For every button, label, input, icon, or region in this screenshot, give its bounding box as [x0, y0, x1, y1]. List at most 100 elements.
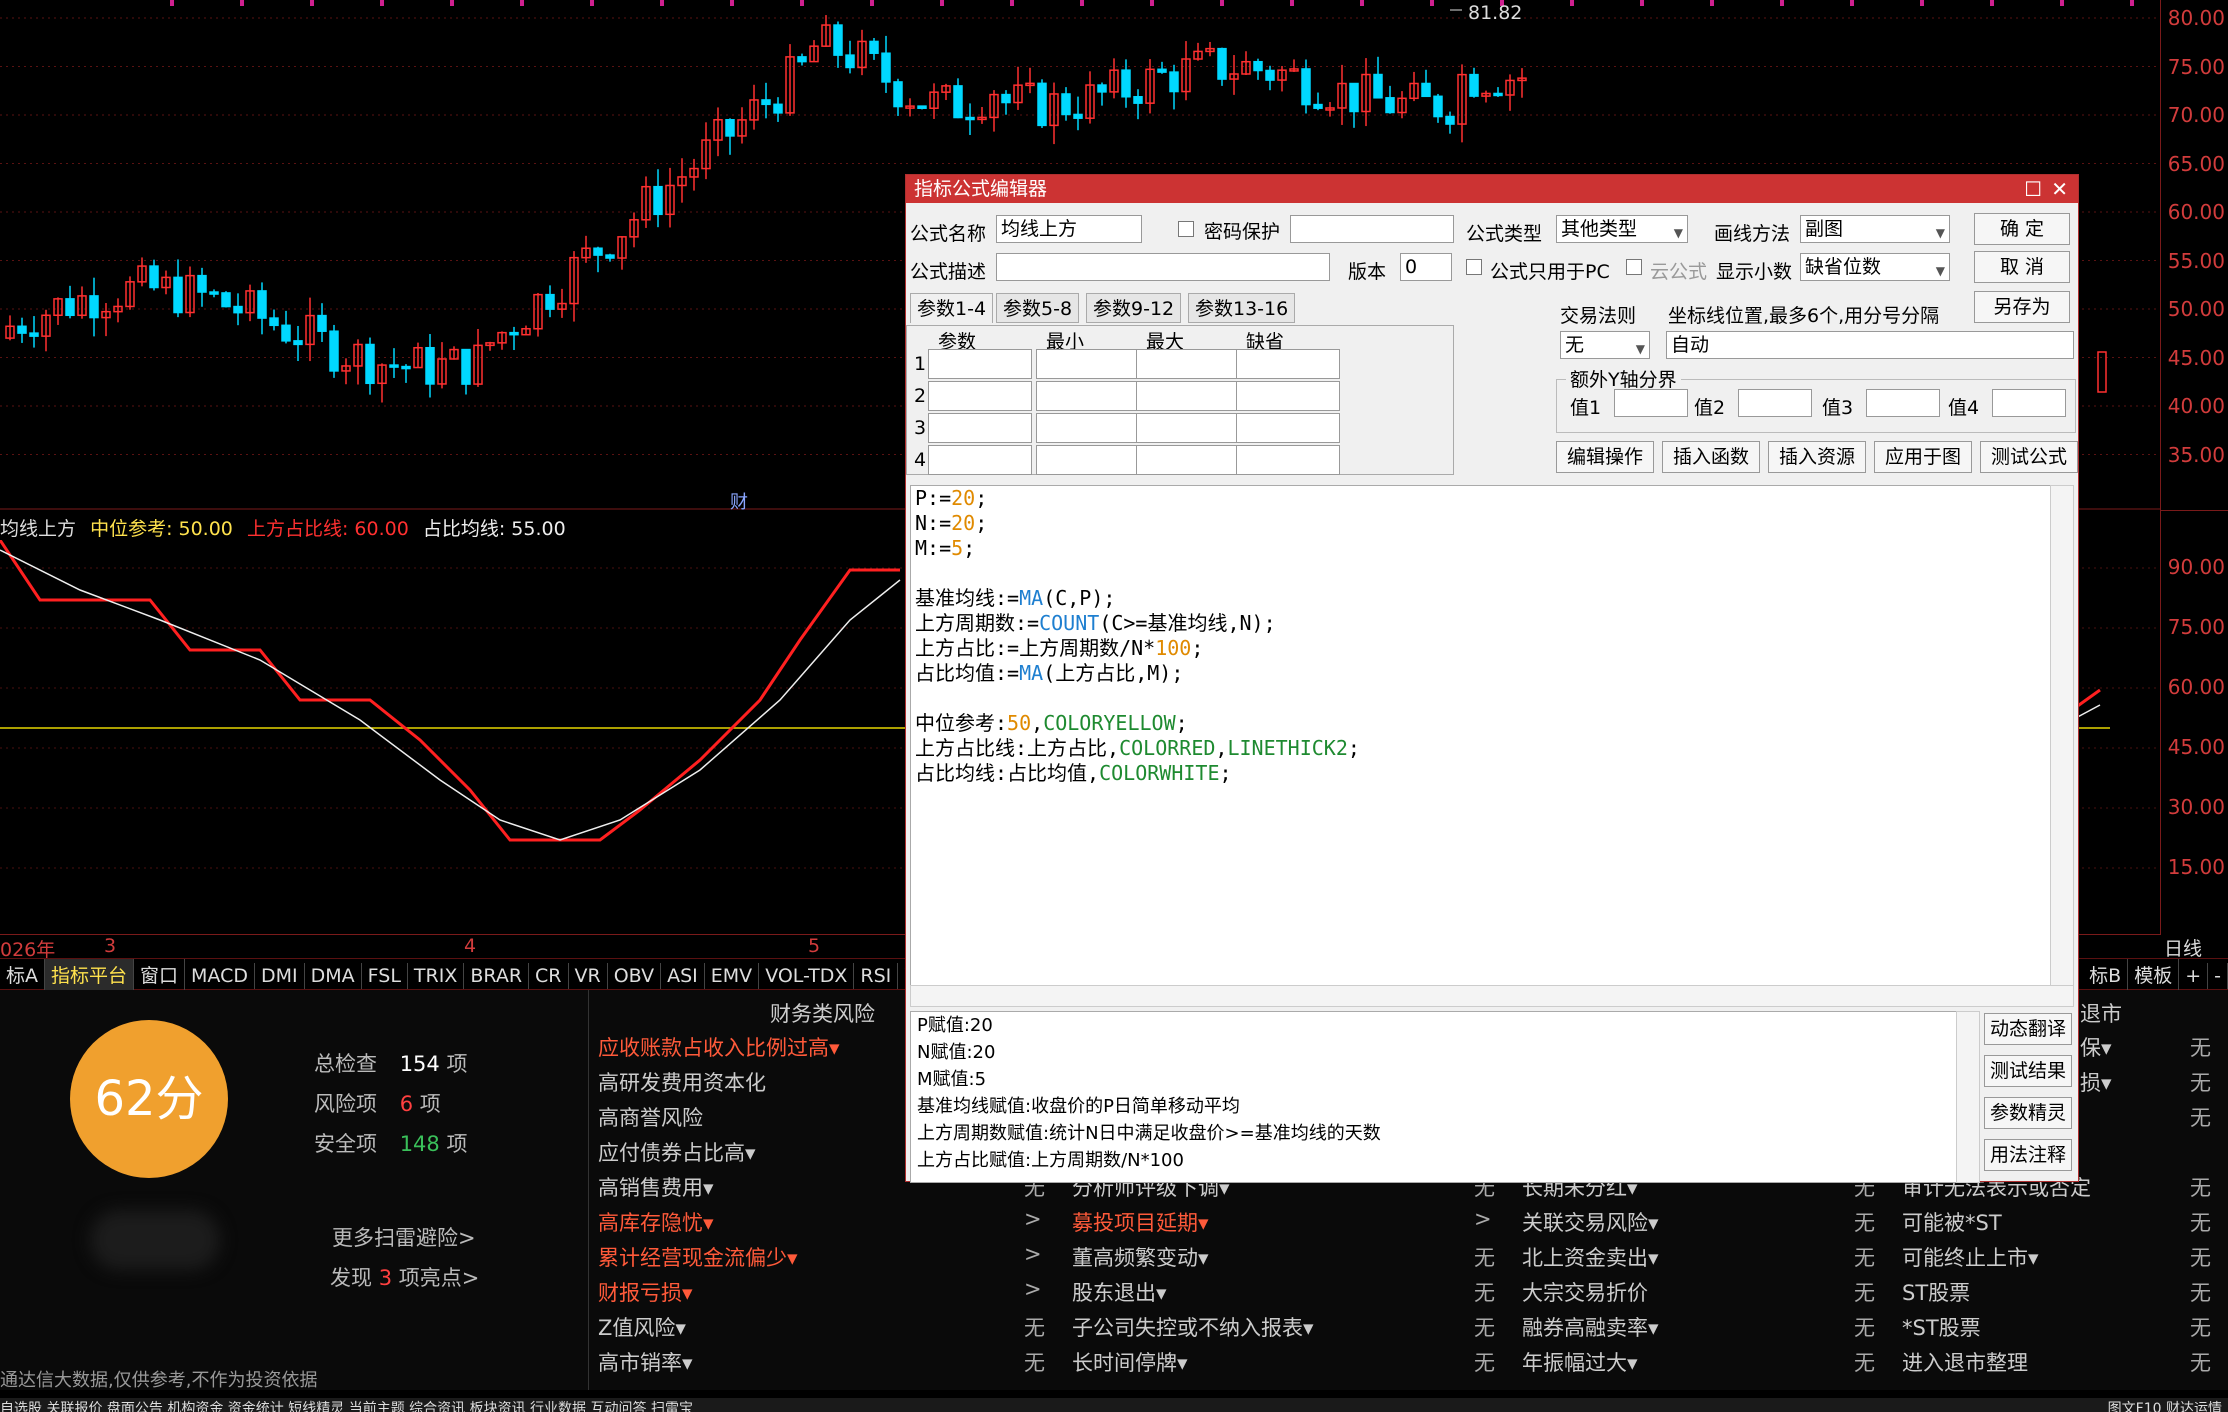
param-cell-input[interactable] [1036, 381, 1140, 411]
password-checkbox[interactable] [1178, 221, 1194, 237]
risk-item[interactable]: 高商誉风险 [598, 1102, 703, 1132]
code-line[interactable] [911, 561, 2051, 586]
risk-item[interactable]: 大宗交易折价 [1522, 1277, 1648, 1307]
indicator-tab[interactable]: 指标平台 [45, 959, 135, 990]
editor-action-button[interactable]: 插入资源 [1768, 441, 1866, 473]
maximize-icon[interactable]: ☐ [2024, 175, 2042, 203]
risk-item[interactable]: 保▾ [2080, 1032, 2112, 1062]
indicator-tab[interactable]: DMI [255, 963, 305, 989]
version-input[interactable]: 0 [1400, 253, 1452, 281]
side-button[interactable]: 动态翻译 [1984, 1013, 2072, 1045]
notes-scrollbar[interactable] [1956, 1011, 1980, 1183]
param-tab[interactable]: 参数5-8 [996, 293, 1080, 323]
param-cell-input[interactable] [1236, 349, 1340, 379]
trade-rule-select[interactable]: 无 ▼ [1560, 331, 1650, 359]
param-tab[interactable]: 参数9-12 [1086, 293, 1182, 323]
indicator-tab[interactable]: VR [569, 963, 608, 989]
indicator-tab[interactable]: BRAR [464, 963, 530, 989]
param-cell-input[interactable] [1236, 381, 1340, 411]
param-cell-input[interactable] [1036, 413, 1140, 443]
code-line[interactable]: 占比均值:=MA(上方占比,M); [911, 661, 2051, 686]
formula-name-input[interactable]: 均线上方 [996, 215, 1142, 243]
formula-type-select[interactable]: 其他类型 ▼ [1556, 215, 1688, 243]
risk-item[interactable]: 高销售费用▾ [598, 1172, 714, 1202]
dialog-titlebar[interactable]: 指标公式编辑器 ☐ ✕ [906, 175, 2078, 203]
indicator-tab[interactable]: 标A [0, 959, 45, 990]
indicator-tab[interactable]: VOL-TDX [759, 963, 855, 989]
more-scan-link[interactable]: 更多扫雷避险> [332, 1222, 476, 1252]
indicator-tab[interactable]: 窗口 [134, 959, 186, 990]
indicator-tab[interactable]: OBV [608, 963, 662, 989]
code-line[interactable]: 上方占比线:上方占比,COLORRED,LINETHICK2; [911, 736, 2051, 761]
risk-item[interactable]: 年振幅过大▾ [1522, 1347, 1638, 1377]
indicator-tab[interactable]: TRIX [408, 963, 465, 989]
cloud-formula-checkbox[interactable] [1626, 259, 1642, 275]
param-cell-input[interactable] [1136, 381, 1240, 411]
draw-method-select[interactable]: 副图 ▼ [1800, 215, 1950, 243]
highlight-link[interactable]: 发现 3 项亮点> [330, 1262, 479, 1292]
code-editor[interactable]: P:=20; N:=20; M:=5; 基准均线:=MA(C,P); 上方周期数:=CO… [910, 485, 2052, 987]
risk-item[interactable]: 高市销率▾ [598, 1347, 693, 1377]
risk-item[interactable]: 北上资金卖出▾ [1522, 1242, 1659, 1272]
cancel-button[interactable]: 取 消 [1974, 251, 2070, 283]
indicator-tab[interactable]: ASI [661, 963, 705, 989]
risk-item[interactable]: 进入退市整理 [1902, 1347, 2028, 1377]
risk-item[interactable]: 募投项目延期▾ [1072, 1207, 1209, 1237]
param-cell-input[interactable] [1036, 349, 1140, 379]
risk-item[interactable]: Z值风险▾ [598, 1312, 686, 1342]
risk-item[interactable]: 应收账款占收入比例过高▾ [598, 1032, 840, 1062]
risk-item[interactable]: 损▾ [2080, 1067, 2112, 1097]
side-button[interactable]: 测试结果 [1984, 1055, 2072, 1087]
risk-item[interactable]: 高研发费用资本化 [598, 1067, 766, 1097]
editor-action-button[interactable]: 插入函数 [1662, 441, 1760, 473]
coord-input[interactable]: 自动 [1666, 331, 2074, 359]
risk-item[interactable]: 财报亏损▾ [598, 1277, 693, 1307]
indicator-tab[interactable]: RSI [854, 963, 899, 989]
code-hscrollbar[interactable] [910, 985, 2074, 1007]
param-cell-input[interactable] [928, 381, 1032, 411]
indicator-tab[interactable]: MACD [185, 963, 255, 989]
y-value3-input[interactable] [1866, 389, 1940, 417]
editor-action-button[interactable]: 应用于图 [1874, 441, 1972, 473]
param-cell-input[interactable] [1136, 413, 1240, 443]
finance-badge[interactable]: 财 [730, 488, 748, 514]
code-line[interactable]: M:=5; [911, 536, 2051, 561]
risk-item[interactable]: 关联交易风险▾ [1522, 1207, 1659, 1237]
code-vscrollbar[interactable] [2050, 485, 2074, 987]
code-line[interactable]: P:=20; [911, 486, 2051, 511]
risk-item[interactable]: 高库存隐忧▾ [598, 1207, 714, 1237]
code-line[interactable]: 基准均线:=MA(C,P); [911, 586, 2051, 611]
indicator-tab[interactable]: FSL [362, 963, 408, 989]
pc-only-checkbox[interactable] [1466, 259, 1482, 275]
code-line[interactable]: 上方周期数:=COUNT(C>=基准均线,N); [911, 611, 2051, 636]
y-value2-input[interactable] [1738, 389, 1812, 417]
side-button[interactable]: 用法注释 [1984, 1139, 2072, 1171]
close-icon[interactable]: ✕ [2051, 175, 2068, 203]
save-as-button[interactable]: 另存为 [1974, 291, 2070, 323]
editor-action-button[interactable]: 测试公式 [1980, 441, 2078, 473]
param-cell-input[interactable] [928, 349, 1032, 379]
code-line[interactable]: 中位参考:50,COLORYELLOW; [911, 711, 2051, 736]
y-value1-input[interactable] [1614, 389, 1688, 417]
indicator-tab[interactable]: CR [529, 963, 569, 989]
code-line[interactable]: N:=20; [911, 511, 2051, 536]
risk-item[interactable]: ST股票 [1902, 1277, 1970, 1307]
risk-item[interactable]: 子公司失控或不纳入报表▾ [1072, 1312, 1314, 1342]
editor-action-button[interactable]: 编辑操作 [1556, 441, 1654, 473]
decimal-select[interactable]: 缺省位数 ▼ [1800, 253, 1950, 281]
param-cell-input[interactable] [1136, 349, 1240, 379]
param-tab[interactable]: 参数13-16 [1188, 293, 1296, 323]
indicator-tab[interactable]: DMA [305, 963, 362, 989]
risk-item[interactable]: 应付债券占比高▾ [598, 1137, 756, 1167]
risk-item[interactable]: 董高频繁变动▾ [1072, 1242, 1209, 1272]
indicator-tab-right[interactable]: + [2179, 963, 2209, 989]
code-line[interactable]: 上方占比:=上方周期数/N*100; [911, 636, 2051, 661]
param-cell-input[interactable] [928, 445, 1032, 475]
risk-item[interactable]: 可能终止上市▾ [1902, 1242, 2039, 1272]
indicator-tab[interactable]: EMV [705, 963, 760, 989]
param-cell-input[interactable] [1236, 445, 1340, 475]
risk-item[interactable]: 长时间停牌▾ [1072, 1347, 1188, 1377]
param-tab[interactable]: 参数1-4 [910, 293, 994, 323]
formula-desc-input[interactable] [996, 253, 1330, 281]
risk-item[interactable]: 股东退出▾ [1072, 1277, 1167, 1307]
